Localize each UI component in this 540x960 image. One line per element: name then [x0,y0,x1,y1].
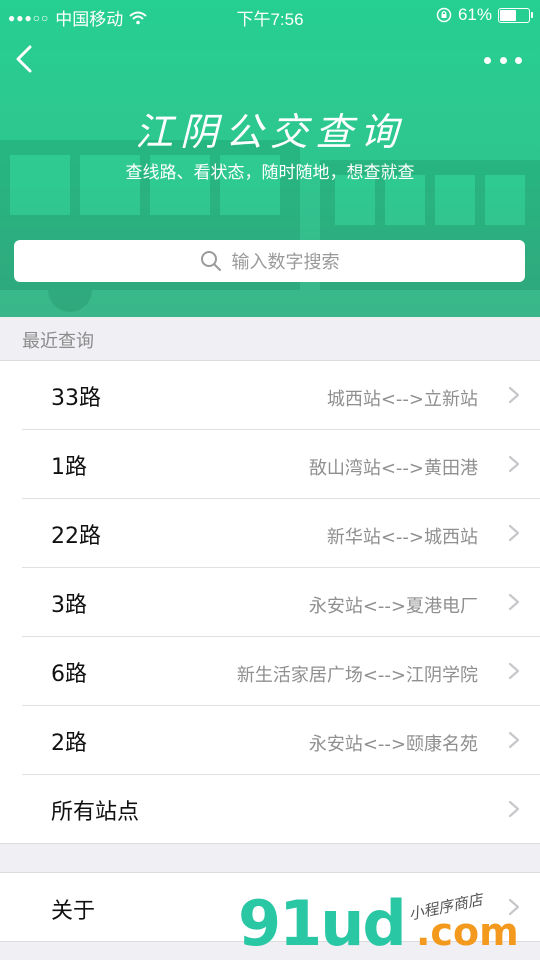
battery-icon [498,7,533,23]
status-bar: ●●●○○ 中国移动 下午7:56 61% [0,0,540,30]
route-endpoints: 新华站<-->城西站 [326,527,478,548]
route-endpoints: 敔山湾站<-->黄田港 [308,458,478,479]
page-subtitle: 查线路、看状态，随时随地，想查就查 [125,163,415,183]
recent-list: 33路 城西站<-->立新站 1路 敔山湾站<-->黄田港 22路 新华站<--… [0,360,540,844]
more-dots-icon [484,56,491,64]
route-name: 6路 [51,662,87,687]
route-name: 33路 [51,386,101,411]
chevron-right-icon [508,731,520,749]
chevron-right-icon [508,524,520,542]
search-placeholder: 输入数字搜索 [231,252,340,273]
search-icon [200,251,221,271]
route-endpoints: 新生活家居广场<-->江阴学院 [236,665,478,686]
list-item[interactable]: 22路 新华站<-->城西站 [22,499,540,568]
list-item[interactable]: 2路 永安站<-->颐康名苑 [22,706,540,775]
watermark-big-text: 91ud [238,887,407,960]
all-stations-item[interactable]: 所有站点 [22,775,540,843]
header-banner: ●●●○○ 中国移动 下午7:56 61% 江阴公交查询 查线路、看状态，随时随… [0,0,540,317]
about-label: 关于 [51,899,96,924]
more-dots-icon [515,56,522,64]
all-stations-label: 所有站点 [51,800,140,825]
battery-percent: 61% [457,5,492,24]
route-name: 3路 [51,593,87,618]
route-name: 2路 [51,731,87,756]
more-dots-icon [499,56,507,64]
list-item[interactable]: 3路 永安站<-->夏港电厂 [22,568,540,637]
rotation-lock-icon [436,7,452,23]
chevron-left-icon [16,45,32,73]
chevron-right-icon [508,662,520,680]
recent-section-label: 最近查询 [22,331,94,352]
chevron-right-icon [508,386,520,404]
list-item[interactable]: 33路 城西站<-->立新站 [22,361,540,430]
route-endpoints: 城西站<-->立新站 [326,389,478,410]
battery-fill [500,9,516,21]
chevron-right-icon [508,593,520,611]
route-name: 22路 [51,524,101,549]
chevron-right-icon [508,455,520,473]
route-endpoints: 永安站<-->颐康名苑 [308,734,478,755]
route-name: 1路 [51,455,87,480]
watermark-logo: 91ud 小程序商店 .com [238,888,538,960]
search-input[interactable]: 输入数字搜索 [14,240,525,282]
page-title: 江阴公交查询 [134,110,405,154]
chevron-right-icon [508,800,520,818]
more-button[interactable] [484,50,522,70]
back-button[interactable] [12,44,36,74]
route-endpoints: 永安站<-->夏港电厂 [308,596,478,617]
list-item[interactable]: 6路 新生活家居广场<-->江阴学院 [22,637,540,706]
watermark-suffix-text: .com [416,910,519,954]
list-item[interactable]: 1路 敔山湾站<-->黄田港 [22,430,540,499]
